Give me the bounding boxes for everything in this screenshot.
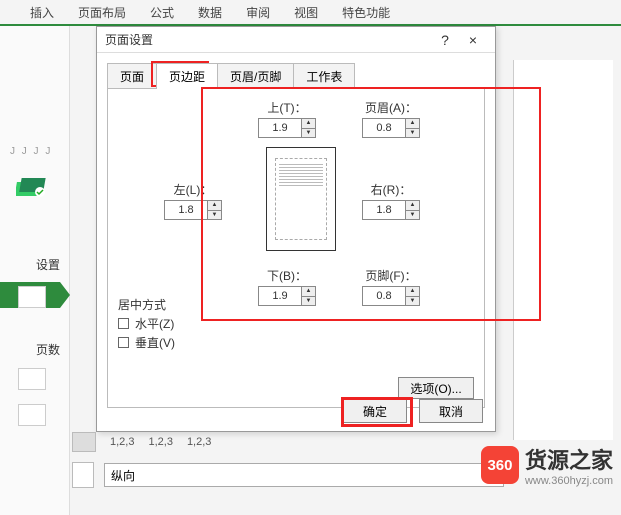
tab-content: 上(T)： 1.9▲▼ 页眉(A)： 0.8▲▼ 左(L)： 1.8▲▼ 右(R… — [107, 88, 485, 408]
side-icon-1[interactable] — [18, 286, 46, 308]
page-setup-dialog: 页面设置 ? × 页面 页边距 页眉/页脚 工作表 上(T)： 1.9▲▼ 页眉… — [96, 26, 496, 432]
center-title: 居中方式 — [118, 296, 175, 313]
margin-right-label: 右(R)： — [362, 181, 420, 198]
menu-features[interactable]: 特色功能 — [342, 4, 390, 21]
document-preview — [513, 60, 613, 440]
menu-formula[interactable]: 公式 — [150, 4, 174, 21]
cancel-button[interactable]: 取消 — [419, 399, 483, 423]
spin-up-icon[interactable]: ▲ — [406, 287, 419, 297]
margin-bottom-input[interactable]: 1.9▲▼ — [258, 286, 316, 306]
center-horizontal-checkbox[interactable]: 水平(Z) — [118, 315, 175, 332]
margin-footer-label: 页脚(F)： — [362, 267, 420, 284]
margin-top-input[interactable]: 1.9▲▼ — [258, 118, 316, 138]
margin-left-input[interactable]: 1.8▲▼ — [164, 200, 222, 220]
margin-right-group: 右(R)： 1.8▲▼ — [362, 181, 420, 220]
decoration: J J J J — [10, 146, 52, 157]
spin-up-icon[interactable]: ▲ — [302, 119, 315, 129]
dialog-button-row: 确定 取消 — [343, 399, 483, 423]
bottom-presets: 1,2,3 1,2,3 1,2,3 — [72, 432, 211, 452]
spin-down-icon[interactable]: ▼ — [406, 129, 419, 138]
watermark-url: www.360hyzj.com — [525, 475, 613, 487]
margin-header-label: 页眉(A)： — [362, 99, 420, 116]
margin-header-group: 页眉(A)： 0.8▲▼ — [362, 99, 420, 138]
spin-down-icon[interactable]: ▼ — [302, 297, 315, 306]
center-section: 居中方式 水平(Z) 垂直(V) — [118, 296, 175, 351]
spin-down-icon[interactable]: ▼ — [406, 211, 419, 220]
menu-review[interactable]: 审阅 — [246, 4, 270, 21]
side-icon-3[interactable] — [18, 404, 46, 426]
app-menubar: 插入 页面布局 公式 数据 审阅 视图 特色功能 — [0, 0, 621, 24]
preset-icon[interactable] — [72, 432, 96, 452]
watermark-logo: 360 — [481, 446, 519, 484]
spin-up-icon[interactable]: ▲ — [208, 201, 221, 211]
margin-right-input[interactable]: 1.8▲▼ — [362, 200, 420, 220]
help-button[interactable]: ? — [431, 32, 459, 48]
menu-insert[interactable]: 插入 — [30, 4, 54, 21]
spin-up-icon[interactable]: ▲ — [302, 287, 315, 297]
tab-margins[interactable]: 页边距 — [156, 63, 218, 89]
spin-down-icon[interactable]: ▼ — [406, 297, 419, 306]
dialog-title: 页面设置 — [105, 31, 431, 48]
options-button[interactable]: 选项(O)... — [398, 377, 474, 399]
margin-bottom-label: 下(B)： — [258, 267, 316, 284]
left-panel: J J J J 设置 页数 — [0, 26, 70, 515]
menu-view[interactable]: 视图 — [294, 4, 318, 21]
dialog-tabs: 页面 页边距 页眉/页脚 工作表 — [107, 63, 485, 89]
orientation-icon — [72, 462, 94, 488]
pages-label: 页数 — [36, 341, 60, 358]
menu-data[interactable]: 数据 — [198, 4, 222, 21]
center-vertical-checkbox[interactable]: 垂直(V) — [118, 334, 175, 351]
margin-top-group: 上(T)： 1.9▲▼ — [258, 99, 316, 138]
spin-down-icon[interactable]: ▼ — [302, 129, 315, 138]
preset-3[interactable]: 1,2,3 — [187, 436, 211, 448]
settings-label: 设置 — [36, 256, 60, 273]
page-preview-icon — [266, 147, 336, 251]
tab-page[interactable]: 页面 — [107, 63, 157, 89]
watermark-brand: 货源之家 — [525, 443, 613, 475]
spin-down-icon[interactable]: ▼ — [208, 211, 221, 220]
orientation-select[interactable]: 纵向 ▾ — [104, 463, 504, 487]
preset-2[interactable]: 1,2,3 — [148, 436, 172, 448]
dialog-titlebar: 页面设置 ? × — [97, 27, 495, 53]
spin-up-icon[interactable]: ▲ — [406, 119, 419, 129]
margin-footer-input[interactable]: 0.8▲▼ — [362, 286, 420, 306]
margin-bottom-group: 下(B)： 1.9▲▼ — [258, 267, 316, 306]
margin-left-group: 左(L)： 1.8▲▼ — [164, 181, 222, 220]
tab-headerfooter[interactable]: 页眉/页脚 — [217, 63, 294, 89]
ok-button[interactable]: 确定 — [343, 399, 407, 423]
tab-sheet[interactable]: 工作表 — [293, 63, 355, 89]
orientation-row: 纵向 ▾ — [72, 462, 504, 488]
menu-pagelayout[interactable]: 页面布局 — [78, 4, 126, 21]
close-button[interactable]: × — [459, 32, 487, 48]
margin-header-input[interactable]: 0.8▲▼ — [362, 118, 420, 138]
margin-footer-group: 页脚(F)： 0.8▲▼ — [362, 267, 420, 306]
margin-left-label: 左(L)： — [164, 181, 222, 198]
side-icon-2[interactable] — [18, 368, 46, 390]
margin-top-label: 上(T)： — [258, 99, 316, 116]
preset-1[interactable]: 1,2,3 — [110, 436, 134, 448]
spin-up-icon[interactable]: ▲ — [406, 201, 419, 211]
watermark: 360 货源之家 www.360hyzj.com — [481, 443, 613, 487]
books-icon — [16, 176, 48, 200]
